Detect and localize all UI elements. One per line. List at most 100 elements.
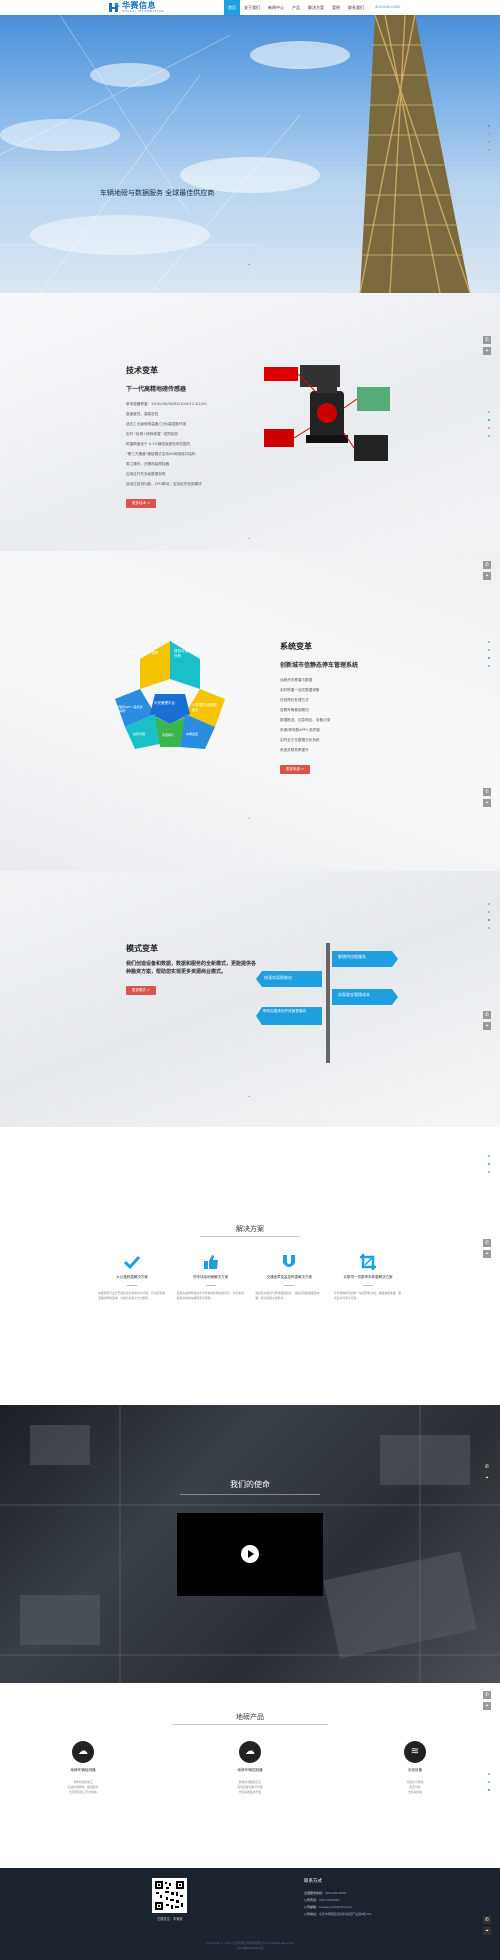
list-item: 系统关联效率提升: [280, 748, 309, 752]
checkmark-icon: [123, 1253, 141, 1271]
location-icon[interactable]: ⌖: [483, 347, 491, 355]
section-dot[interactable]: [488, 141, 490, 143]
logo-subtitle: HUASAI INFORMATION: [122, 10, 165, 13]
contact-value[interactable]: 400-000-0000: [325, 1891, 346, 1895]
phone-icon[interactable]: ✆: [483, 1691, 491, 1699]
list-item: 数据推送、应急响应、设备记录: [280, 718, 331, 722]
system-diagram-labels: 数字化运营计划 报表 提供可视化数据分析 中央管理平台 管理员APP（多机通+多…: [100, 639, 240, 759]
divider: [284, 1285, 295, 1286]
nav-cases[interactable]: 案例: [328, 0, 344, 15]
diagram-label: 实现审计: [162, 733, 175, 737]
solution-description: 通过实时监控与称重数据结合，快速识别超载超限车辆，提高道路交通安全。: [255, 1291, 320, 1300]
video-player[interactable]: [177, 1513, 323, 1596]
section-dot[interactable]: [488, 1163, 490, 1165]
section-dot[interactable]: [488, 665, 490, 667]
play-icon[interactable]: [241, 1545, 259, 1563]
copyright: Copyright © 2018 北京华赛信息科技有限公司 All Rights…: [0, 1941, 500, 1951]
section-dot[interactable]: [488, 919, 490, 921]
scroll-down-icon[interactable]: ⌄: [247, 535, 251, 541]
system-section: 数字化运营计划 报表 提供可视化数据分析 中央管理平台 管理员APP（多机通+多…: [0, 551, 500, 871]
section-dot[interactable]: [488, 641, 490, 643]
section-dot[interactable]: [488, 649, 490, 651]
nav-about[interactable]: 关于我们: [240, 0, 264, 15]
hero-tower-image: [0, 15, 471, 293]
list-item: 高速度性、高稳定性: [126, 412, 159, 416]
hotline[interactable]: 400-000-0000: [375, 0, 400, 15]
section-dot[interactable]: [488, 1789, 490, 1791]
section-dot[interactable]: [488, 427, 490, 429]
product-features: 无线信号传输 稳定可靠 支持多终端: [370, 1780, 460, 1795]
tech-feature-list: 单传感器称重：10/30/40/60/80/100t/12.4G/4G 高速度性…: [126, 399, 256, 489]
section-dot[interactable]: [488, 1773, 490, 1775]
location-icon[interactable]: ⌖: [483, 799, 491, 807]
solution-card[interactable]: 北斯坦一览数率车称重解决方案 针对特殊场景提供一站式称重方案，确保数据准确、服务…: [334, 1253, 402, 1301]
section-dot[interactable]: [488, 1781, 490, 1783]
nav-news[interactable]: 新闻中心: [264, 0, 288, 15]
thumbs-up-icon: [202, 1253, 220, 1271]
section-dot[interactable]: [488, 911, 490, 913]
system-more-button[interactable]: 更多系统 >: [280, 765, 311, 774]
section-dot[interactable]: [488, 125, 490, 127]
nav-home[interactable]: 首页: [224, 0, 240, 15]
product-name: 地磅车辆控制器: [237, 1768, 263, 1772]
list-item: 查看车辆使用概况: [280, 708, 309, 712]
product-card[interactable]: ☁ 地磅车辆检测器 零件检测免施工 高速检测称重，精度超高 无须开挖施工节约成本: [38, 1741, 128, 1795]
section-dot[interactable]: [488, 149, 490, 151]
solution-card[interactable]: 交通违章及监控称重解决方案 通过实时监控与称重数据结合，快速识别超载超限车辆，提…: [255, 1253, 323, 1301]
section-dot[interactable]: [488, 657, 490, 659]
list-item: 适应工业级使用温度/工地/高湿度环境: [126, 422, 186, 426]
contact-info: 联系方式 全国服务热线：400-000-0000 公司传真：020-327600…: [304, 1878, 372, 1918]
section-dot[interactable]: [488, 903, 490, 905]
section-dot[interactable]: [488, 419, 490, 421]
scroll-down-icon[interactable]: ⌄: [247, 1093, 251, 1099]
phone-icon[interactable]: ✆: [483, 1239, 491, 1247]
qr-code: [152, 1878, 187, 1913]
list-item: 远程开关称重与数据: [280, 678, 313, 682]
product-card[interactable]: ≋ 无线设备 无线信号传输 稳定可靠 支持多终端: [370, 1741, 460, 1795]
solution-name: 停车场及地磅解决方案: [193, 1275, 229, 1279]
section-dot[interactable]: [488, 1171, 490, 1173]
phone-icon[interactable]: ✆: [483, 1463, 491, 1471]
location-icon[interactable]: ⌖: [483, 1927, 491, 1935]
phone-icon[interactable]: ✆: [483, 561, 491, 569]
location-icon[interactable]: ⌖: [483, 1022, 491, 1030]
scroll-down-icon[interactable]: ⌄: [247, 261, 251, 267]
scroll-down-icon[interactable]: ⌄: [247, 815, 251, 821]
side-tools: ✆ ⌖: [483, 1691, 491, 1710]
solution-card[interactable]: 大公路称重解决方案 车辆称重行业已开发的完善称重技术方案，可满足各类道路的称重需…: [98, 1253, 166, 1301]
product-name: 无线设备: [407, 1768, 423, 1772]
phone-icon[interactable]: ✆: [483, 1011, 491, 1019]
phone-icon[interactable]: ✆: [483, 1916, 491, 1924]
section-dot[interactable]: [488, 1155, 490, 1157]
phone-icon[interactable]: ✆: [483, 788, 491, 796]
nav-contact[interactable]: 联系我们: [344, 0, 368, 15]
list-item: 单传感器称重：10/30/40/60/80/100t/12.4G/4G: [126, 402, 207, 406]
location-icon[interactable]: ⌖: [483, 1702, 491, 1710]
location-icon[interactable]: ⌖: [483, 572, 491, 580]
section-dot[interactable]: [488, 435, 490, 437]
mode-ribbon-labels: 解锁供应链服务 快速实现智能化 实现收支管理成本 帮你自建承包开放销售增收: [252, 943, 402, 1063]
section-dot[interactable]: [488, 411, 490, 413]
title-divider: [172, 1724, 328, 1725]
section-dot[interactable]: [488, 133, 490, 135]
contact-value[interactable]: huasai_info@163.com: [319, 1905, 352, 1909]
logo[interactable]: 华赛信息 HUASAI INFORMATION: [108, 1, 164, 13]
side-tools: ✆ ⌖: [483, 1011, 491, 1030]
ribbon-label: 快速实现智能化: [264, 975, 292, 980]
ribbon-label: 实现收支管理成本: [338, 992, 370, 997]
solution-card[interactable]: 停车场及地磅解决方案 采用先进的称重技术与停车场管理系统结合，为停车场提供高效的…: [177, 1253, 245, 1301]
nav-solutions[interactable]: 解决方案: [304, 0, 328, 15]
diagram-label: 大数据平台数据统计: [192, 703, 217, 712]
product-card[interactable]: ☁ 地磅车辆控制器 称重检测数据汇总 实现远程控制与管理 支持系统集成开发: [205, 1741, 295, 1795]
tech-more-button[interactable]: 更多技术 >: [126, 499, 157, 508]
location-icon[interactable]: ⌖: [483, 1250, 491, 1258]
list-item: 无须开挖施工节约成本: [69, 1790, 97, 1794]
location-icon[interactable]: ⌖: [483, 1474, 491, 1482]
system-title: 系统变革: [280, 642, 312, 651]
section-dot[interactable]: [488, 927, 490, 929]
mode-more-button[interactable]: 更多模式 >: [126, 986, 157, 995]
phone-icon[interactable]: ✆: [483, 336, 491, 344]
icp-number[interactable]: 京ICP备00000000号: [0, 1946, 500, 1951]
nav-products[interactable]: 产品: [288, 0, 304, 15]
contact-title: 联系方式: [304, 1879, 322, 1884]
